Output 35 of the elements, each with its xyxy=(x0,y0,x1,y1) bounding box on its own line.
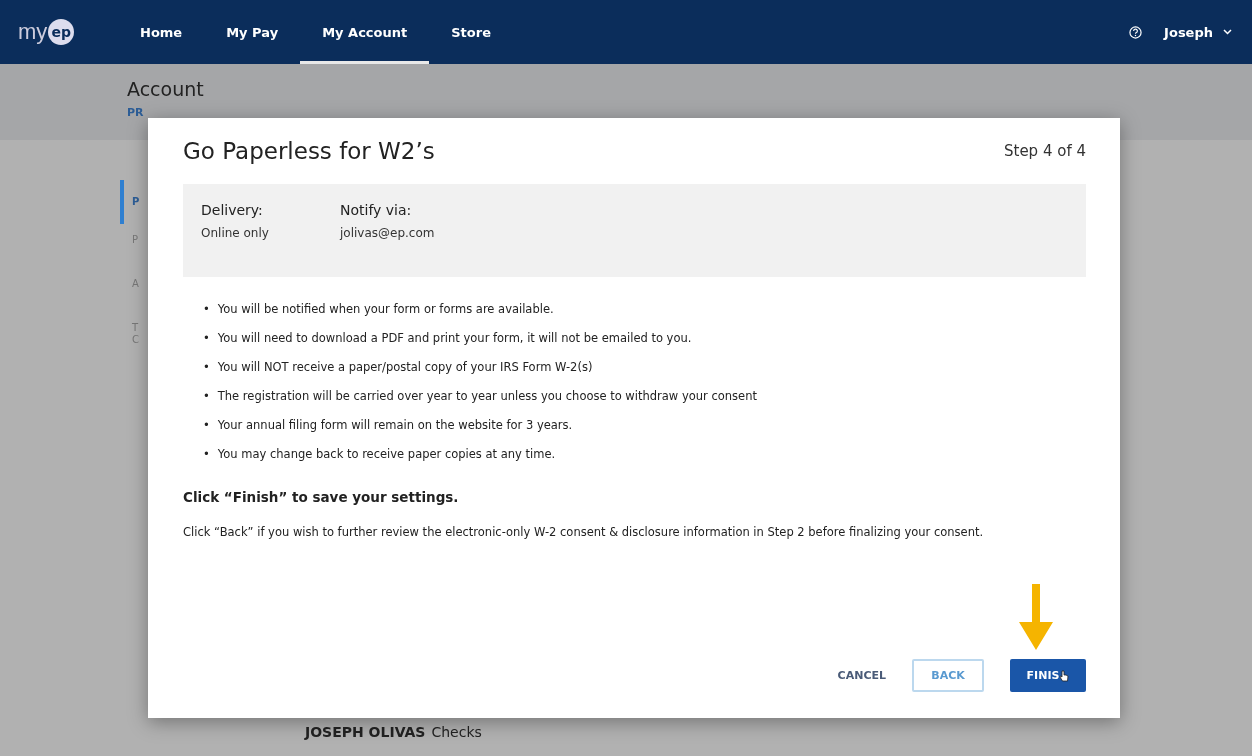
chevron-down-icon[interactable] xyxy=(1223,29,1232,35)
bullet-mark: • xyxy=(203,446,210,463)
summary-value: Online only xyxy=(201,226,270,240)
nav-tab[interactable]: Store xyxy=(429,0,513,64)
logo-badge: ep xyxy=(48,19,75,45)
instruction-text: Click “Finish” to save your settings. xyxy=(183,489,460,505)
nav-tab[interactable]: My Pay xyxy=(204,0,301,64)
note-text: Click “Back” if you wish to further review the electronic-only W-2 consent & disclosure information in Step 2 before finalizing your consent. xyxy=(183,525,985,539)
bullet-item: You may change back to receive paper copies at any time. xyxy=(217,446,556,463)
page-title: Account xyxy=(127,78,205,100)
nav-tab[interactable]: Home xyxy=(118,0,205,64)
hand-cursor-icon xyxy=(1059,669,1070,682)
bullet-item: You will need to download a PDF and print your form, it will not be emailed to you. xyxy=(217,330,692,347)
bullet-item: Your annual filing form will remain on the website for 3 years. xyxy=(217,417,573,434)
bullet-item: You will NOT receive a paper/postal copy of your IRS Form W-2(s) xyxy=(217,359,593,376)
bullet-mark: • xyxy=(203,330,210,347)
bullet-mark: • xyxy=(203,417,210,434)
bullet-mark: • xyxy=(203,301,210,318)
dialog-title: Go Paperless for W2’s xyxy=(183,138,435,164)
help-icon[interactable] xyxy=(1129,25,1143,39)
arrow-drawing xyxy=(1019,584,1053,650)
summary-label: Notify via: xyxy=(340,202,413,218)
cancel-button[interactable]: CANCEL xyxy=(837,659,886,692)
bullet-mark: • xyxy=(203,359,210,376)
account-name: JOSEPH OLIVAS xyxy=(305,724,426,740)
bullet-item: You will be notified when your form or forms are available. xyxy=(217,301,554,318)
summary-label: Delivery: xyxy=(201,202,264,218)
summary-value: jolivas@ep.com xyxy=(340,226,436,240)
finish-button[interactable]: FINIS xyxy=(1010,659,1086,692)
logo-text: my xyxy=(18,19,48,45)
step-indicator: Step 4 of 4 xyxy=(1004,142,1086,160)
section-label: Checks xyxy=(431,724,482,740)
bullet-mark: • xyxy=(203,388,210,405)
user-name[interactable]: Joseph xyxy=(1164,24,1213,40)
bullet-item: The registration will be carried over year to year unless you choose to withdraw your consent xyxy=(217,388,757,405)
